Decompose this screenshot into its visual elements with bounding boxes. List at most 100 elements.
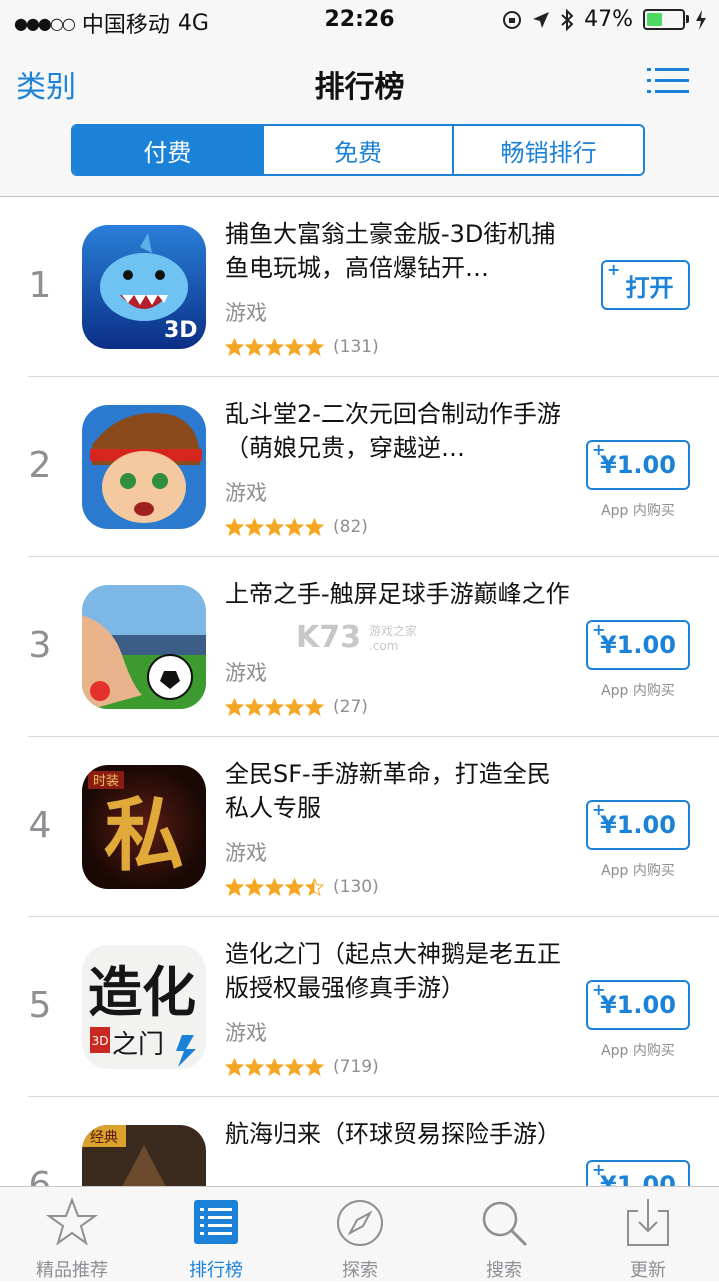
location-arrow-icon bbox=[533, 11, 550, 28]
star-filled-icon bbox=[265, 697, 284, 716]
app-name: 造化之门（起点大神鹅是老五正版授权最强修真手游） bbox=[225, 940, 561, 1002]
buy-button[interactable]: + ¥1.00 bbox=[586, 1160, 690, 1186]
segment-paid[interactable]: 付费 bbox=[73, 126, 264, 174]
list-menu-icon[interactable] bbox=[647, 68, 689, 94]
price-label: ¥1.00 bbox=[600, 451, 676, 479]
list-item[interactable]: 2 乱斗堂2-二次元回合制动作手游（萌娘兄贵，穿越逆… 游戏 (82) + ¥1… bbox=[0, 377, 719, 557]
list-item[interactable]: 1 3D 捕鱼大富翁土豪金版-3D街机捕鱼电玩城，高倍爆钻开… 游戏 (131)… bbox=[0, 197, 719, 377]
tab-search[interactable]: 搜索 bbox=[432, 1187, 576, 1281]
tab-label: 排行榜 bbox=[189, 1260, 243, 1281]
list-item[interactable]: 6 经典 航海归来（环球贸易探险手游） + ¥1.00 bbox=[0, 1097, 719, 1186]
price-label: ¥1.00 bbox=[600, 1171, 676, 1186]
list-item[interactable]: 4 私 时装 全民SF-手游新革命，打造全民私人专服 游戏 (130) + ¥1… bbox=[0, 737, 719, 917]
tab-label: 探索 bbox=[342, 1260, 378, 1281]
in-app-purchase-note: App 内购买 bbox=[601, 683, 675, 699]
shark-game-icon[interactable]: 3D bbox=[82, 225, 206, 349]
star-filled-icon bbox=[265, 877, 284, 896]
star-filled-icon bbox=[245, 517, 264, 536]
battery-icon bbox=[643, 9, 689, 30]
plus-icon: + bbox=[592, 1160, 606, 1179]
tab-top-charts[interactable]: 排行榜 bbox=[144, 1187, 288, 1281]
plus-icon: + bbox=[592, 980, 606, 999]
tab-label: 精品推荐 bbox=[36, 1260, 108, 1281]
page-title: 排行榜 bbox=[314, 70, 405, 105]
app-name: 航海归来（环球贸易探险手游） bbox=[225, 1120, 561, 1148]
search-icon bbox=[482, 1201, 528, 1247]
app-category: 游戏 bbox=[225, 841, 267, 865]
buy-button[interactable]: + ¥1.00 bbox=[586, 620, 690, 670]
anime-hero-game-icon[interactable] bbox=[82, 405, 206, 529]
navigation-bar: 类别 排行榜 付费 免费 畅销排行 bbox=[0, 40, 719, 197]
segment-free[interactable]: 免费 bbox=[263, 126, 455, 174]
watermark-domain: .com bbox=[369, 639, 399, 653]
list-item[interactable]: 5 造化 之门 3D 造化之门（起点大神鹅是老五正版授权最强修真手游） 游戏 (… bbox=[0, 917, 719, 1097]
status-bar: ●●●○○ 中国移动 4G 22:26 47% bbox=[0, 0, 719, 40]
star-rating: (82) bbox=[225, 517, 368, 537]
star-icon bbox=[46, 1197, 98, 1246]
buy-button[interactable]: + ¥1.00 bbox=[586, 440, 690, 490]
star-filled-icon bbox=[225, 877, 244, 896]
in-app-purchase-note: App 内购买 bbox=[601, 863, 675, 879]
app-name: 捕鱼大富翁土豪金版-3D街机捕鱼电玩城，高倍爆钻开… bbox=[225, 220, 556, 282]
watermark: K73 游戏之家 .com bbox=[296, 620, 417, 655]
star-rating: (719) bbox=[225, 1057, 379, 1077]
star-filled-icon bbox=[265, 517, 284, 536]
svg-text:3D: 3D bbox=[92, 1034, 109, 1048]
watermark-sub: 游戏之家 bbox=[369, 624, 418, 638]
watermark-brand: K73 bbox=[296, 620, 361, 655]
sailing-game-icon[interactable]: 经典 bbox=[82, 1125, 206, 1186]
tab-bar: 精品推荐 排行榜 探索 搜索 更新 bbox=[0, 1186, 719, 1281]
tab-label: 更新 bbox=[630, 1260, 666, 1281]
app-name: 全民SF-手游新革命，打造全民私人专服 bbox=[225, 760, 551, 822]
star-filled-icon bbox=[225, 1057, 244, 1076]
rank-number: 6 bbox=[28, 1165, 52, 1186]
rating-stars bbox=[225, 337, 325, 357]
rank-number: 3 bbox=[28, 625, 52, 666]
star-filled-icon bbox=[305, 1057, 324, 1076]
tab-updates[interactable]: 更新 bbox=[576, 1187, 719, 1281]
app-category: 游戏 bbox=[225, 1021, 267, 1045]
battery-percent: 47% bbox=[584, 7, 633, 32]
star-filled-icon bbox=[305, 697, 324, 716]
soccer-game-icon[interactable] bbox=[82, 585, 206, 709]
star-filled-icon bbox=[245, 877, 264, 896]
rating-count: (131) bbox=[333, 337, 379, 357]
svg-text:私: 私 bbox=[104, 788, 184, 882]
ranking-list-icon bbox=[194, 1200, 238, 1244]
buy-button[interactable]: + ¥1.00 bbox=[586, 800, 690, 850]
star-filled-icon bbox=[305, 337, 324, 356]
in-app-purchase-note: App 内购买 bbox=[601, 503, 675, 519]
star-filled-icon bbox=[285, 1057, 304, 1076]
app-category: 游戏 bbox=[225, 301, 267, 325]
svg-text:经典: 经典 bbox=[90, 1130, 118, 1146]
rating-stars bbox=[225, 517, 325, 537]
tab-featured[interactable]: 精品推荐 bbox=[0, 1187, 144, 1281]
calligraphy-game-icon[interactable]: 造化 之门 3D bbox=[82, 945, 206, 1069]
in-app-purchase-note: App 内购买 bbox=[601, 1043, 675, 1059]
star-filled-icon bbox=[265, 337, 284, 356]
rank-number: 4 bbox=[28, 805, 52, 846]
price-label: ¥1.00 bbox=[600, 991, 676, 1019]
ranking-list[interactable]: 1 3D 捕鱼大富翁土豪金版-3D街机捕鱼电玩城，高倍爆钻开… 游戏 (131)… bbox=[0, 197, 719, 1186]
tab-explore[interactable]: 探索 bbox=[288, 1187, 432, 1281]
price-label: ¥1.00 bbox=[600, 631, 676, 659]
star-filled-icon bbox=[305, 517, 324, 536]
segment-top-grossing[interactable]: 畅销排行 bbox=[454, 126, 643, 174]
star-filled-icon bbox=[225, 697, 244, 716]
private-server-game-icon[interactable]: 私 时装 bbox=[82, 765, 206, 889]
star-filled-icon bbox=[285, 697, 304, 716]
price-label: ¥1.00 bbox=[600, 811, 676, 839]
rating-stars bbox=[225, 697, 325, 717]
open-button[interactable]: + 打开 bbox=[601, 260, 690, 310]
charging-bolt-icon bbox=[696, 9, 706, 30]
rating-stars bbox=[225, 1057, 325, 1077]
bluetooth-icon bbox=[561, 8, 574, 31]
open-button-label: 打开 bbox=[625, 273, 674, 302]
rating-count: (130) bbox=[333, 877, 379, 897]
rating-count: (719) bbox=[333, 1057, 379, 1077]
orientation-lock-icon bbox=[503, 10, 522, 29]
rating-stars bbox=[225, 877, 325, 897]
rating-count: (82) bbox=[333, 517, 368, 537]
buy-button[interactable]: + ¥1.00 bbox=[586, 980, 690, 1030]
star-half-icon bbox=[305, 877, 324, 896]
